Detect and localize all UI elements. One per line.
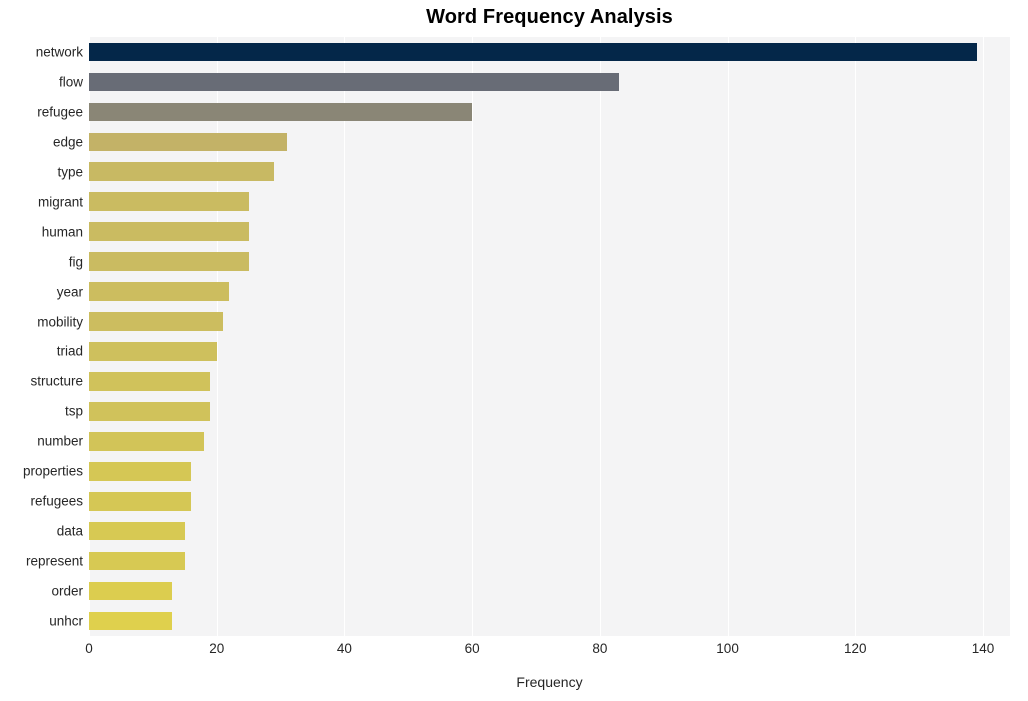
y-tick-label-refugee: refugee [37,104,83,120]
bar-represent[interactable] [89,551,185,571]
y-tick-label-type: type [57,164,83,180]
y-tick-label-year: year [56,284,83,300]
bar-order[interactable] [89,581,172,601]
x-tick-label-80: 80 [592,641,608,656]
bar-row[interactable] [89,432,1010,451]
bar-tsp[interactable] [89,402,211,421]
y-tick-label-number: number [37,433,83,449]
x-tick-label-60: 60 [464,641,480,656]
bar-row[interactable] [89,282,1010,301]
bar-structure[interactable] [89,372,211,391]
bar-row[interactable] [89,72,1010,92]
bar-network[interactable] [89,42,977,62]
bar-row[interactable] [89,192,1010,211]
y-tick-label-migrant: migrant [37,194,83,210]
bar-row[interactable] [89,611,1010,631]
bar-human[interactable] [89,222,249,241]
y-axis-tick-labels: network flow refugee edge type migrant human fi… [0,37,83,636]
bar-fig[interactable] [89,252,249,271]
x-axis-tick-labels: 0 20 40 60 80 100 120 140 [0,641,1028,667]
y-tick-label-unhcr: unhcr [49,613,83,629]
bar-series [89,37,1010,636]
bar-edge[interactable] [89,132,287,152]
bar-data[interactable] [89,521,185,541]
bar-migrant[interactable] [89,192,249,211]
y-tick-label-fig: fig [68,254,83,270]
y-tick-label-mobility: mobility [37,314,83,330]
y-tick-label-tsp: tsp [64,403,83,419]
y-tick-label-triad: triad [56,343,83,359]
bar-mobility[interactable] [89,312,224,331]
bar-row[interactable] [89,162,1010,182]
bar-row[interactable] [89,372,1010,391]
bar-row[interactable] [89,312,1010,331]
bar-row[interactable] [89,342,1010,361]
y-tick-label-properties: properties [22,463,83,479]
y-tick-label-flow: flow [58,74,83,90]
bar-properties[interactable] [89,461,192,481]
bar-row[interactable] [89,491,1010,511]
bar-row[interactable] [89,402,1010,421]
bar-refugee[interactable] [89,102,473,122]
page-title: Word Frequency Analysis [426,6,673,28]
bar-row[interactable] [89,102,1010,122]
x-tick-label-140: 140 [971,641,995,656]
bar-number[interactable] [89,432,204,451]
bar-year[interactable] [89,282,230,301]
bar-row[interactable] [89,222,1010,241]
bar-row[interactable] [89,132,1010,152]
x-axis-title: Frequency [516,674,583,690]
bar-row[interactable] [89,521,1010,541]
bar-row[interactable] [89,42,1010,62]
bar-unhcr[interactable] [89,611,172,631]
y-tick-label-structure: structure [30,373,83,389]
x-tick-label-20: 20 [209,641,225,656]
x-tick-label-40: 40 [336,641,352,656]
bar-row[interactable] [89,252,1010,271]
x-tick-label-120: 120 [844,641,867,656]
bar-refugees[interactable] [89,491,192,511]
chart-figure: Word Frequency Analysis network flow refug… [0,0,1028,701]
y-tick-label-human: human [41,224,83,240]
y-tick-label-represent: represent [25,553,83,569]
bar-row[interactable] [89,581,1010,601]
x-tick-label-100: 100 [716,641,739,656]
bar-row[interactable] [89,551,1010,571]
y-tick-label-network: network [35,44,83,60]
y-tick-label-edge: edge [52,134,83,150]
bar-triad[interactable] [89,342,217,361]
y-tick-label-data: data [56,523,83,539]
bar-row[interactable] [89,461,1010,481]
x-tick-label-0: 0 [85,641,93,656]
y-tick-label-order: order [51,583,83,599]
bar-type[interactable] [89,162,275,182]
bar-flow[interactable] [89,72,619,92]
y-tick-label-refugees: refugees [30,493,83,509]
plot-area [89,37,1010,636]
